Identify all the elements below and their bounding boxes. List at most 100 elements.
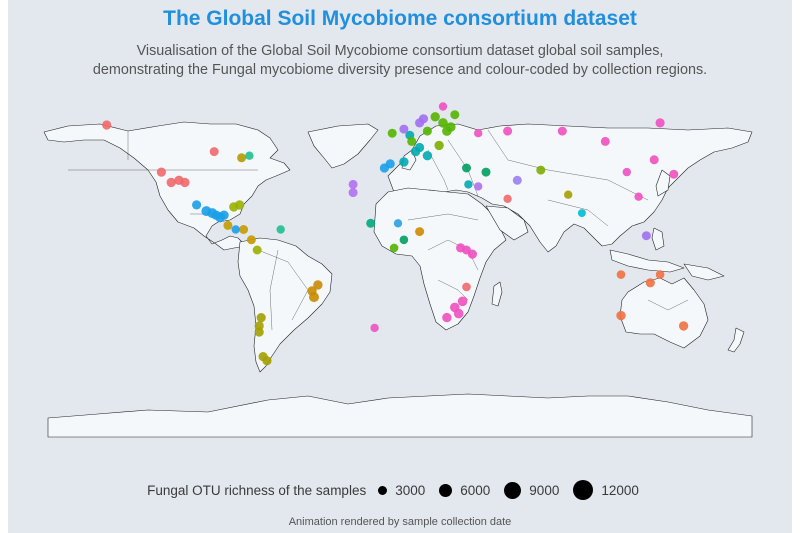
legend-label-6000: 6000 (460, 482, 491, 498)
australia-shape (619, 277, 709, 349)
legend-key-3000: 3000 (378, 483, 425, 498)
sample-point (415, 118, 425, 128)
sample-point (415, 142, 425, 153)
legend-label-12000: 12000 (601, 482, 639, 498)
sample-point (209, 147, 219, 157)
sample-point (387, 128, 397, 138)
sample-point (577, 209, 586, 218)
sample-point (649, 155, 659, 165)
sample-point (503, 194, 512, 203)
sample-point (223, 220, 233, 230)
legend-label-3000: 3000 (395, 482, 426, 498)
sample-point (246, 235, 256, 245)
sample-point (231, 225, 240, 234)
sample-point (457, 296, 468, 307)
sample-point (462, 245, 471, 255)
sample-point (462, 163, 471, 173)
sample-point (474, 129, 483, 138)
sample-point (422, 151, 433, 161)
sample-point (407, 136, 417, 146)
sample-point (393, 219, 403, 228)
world-map (43, 102, 753, 438)
sample-point (252, 245, 262, 255)
sample-point (385, 159, 395, 169)
antarctica-shape (47, 393, 753, 438)
south-america-shape (237, 237, 333, 373)
sample-point (442, 312, 452, 323)
sample-point (462, 282, 471, 292)
sample-point (655, 118, 665, 128)
sample-point (655, 270, 665, 279)
legend-key-12000: 12000 (573, 480, 639, 500)
sample-point (245, 151, 254, 160)
sample-point (450, 110, 460, 120)
sample-point (669, 169, 679, 179)
map-panel: The Global Soil Mycobiome consortium dat… (8, 0, 792, 533)
animation-caption: Animation rendered by sample collection … (288, 516, 512, 528)
sample-point (254, 327, 264, 337)
sample-point (102, 120, 112, 130)
sample-point (430, 112, 440, 122)
sample-point (234, 200, 245, 210)
new-zealand-shape (727, 327, 745, 353)
legend-dot-3000 (378, 485, 388, 495)
new-guinea-shape (683, 263, 725, 281)
sample-point (366, 218, 376, 228)
legend-label-9000: 9000 (529, 482, 560, 498)
legend-key-9000: 9000 (504, 481, 560, 499)
sample-point (453, 308, 464, 319)
sample-point (600, 136, 610, 146)
sample-point (309, 292, 319, 303)
sample-point (313, 280, 323, 290)
sample-point (434, 140, 444, 151)
sample-point (678, 321, 689, 331)
sample-point (399, 124, 409, 134)
sample-point (156, 167, 166, 177)
sample-point (422, 126, 432, 136)
sample-point (399, 235, 409, 245)
sample-point (389, 243, 399, 253)
legend-title: Fungal OTU richness of the samples (147, 482, 367, 498)
sample-point (239, 225, 249, 234)
sample-point (415, 227, 425, 237)
sample-point (564, 190, 573, 199)
sample-point (438, 118, 448, 128)
sample-point (645, 278, 655, 288)
sample-point (557, 126, 567, 136)
sample-point (348, 179, 358, 189)
sample-point (219, 210, 229, 220)
sample-point (641, 231, 651, 241)
sample-point (474, 182, 483, 191)
sample-point (370, 323, 379, 333)
africa-shape (373, 187, 507, 331)
sample-point (634, 192, 643, 201)
sample-point (616, 310, 626, 321)
philippines-shape (651, 227, 665, 251)
legend-dot-9000 (504, 481, 522, 499)
sample-point (262, 356, 272, 366)
legend-key-6000: 6000 (439, 483, 490, 498)
sample-point (512, 175, 522, 185)
sample-point (616, 270, 626, 279)
sample-point (438, 102, 448, 111)
legend-dot-12000 (573, 480, 594, 500)
north-america-shape (43, 121, 291, 251)
madagascar-shape (491, 281, 503, 307)
greenland-shape (307, 123, 379, 169)
sample-point (256, 313, 266, 323)
legend-dot-6000 (439, 483, 453, 497)
sample-point (348, 188, 358, 198)
sample-point (481, 167, 491, 177)
sample-point (622, 167, 631, 177)
sample-point (276, 225, 285, 234)
size-legend: Fungal OTU richness of the samples 3000 … (8, 480, 792, 500)
land-layer (43, 121, 753, 438)
indonesia-shape (609, 249, 685, 273)
sample-point (192, 200, 202, 210)
sample-point (464, 180, 473, 189)
sample-point (399, 157, 409, 167)
sample-point (503, 126, 513, 136)
sample-point (536, 165, 546, 175)
sample-point (180, 177, 190, 188)
sample-point (237, 153, 247, 163)
